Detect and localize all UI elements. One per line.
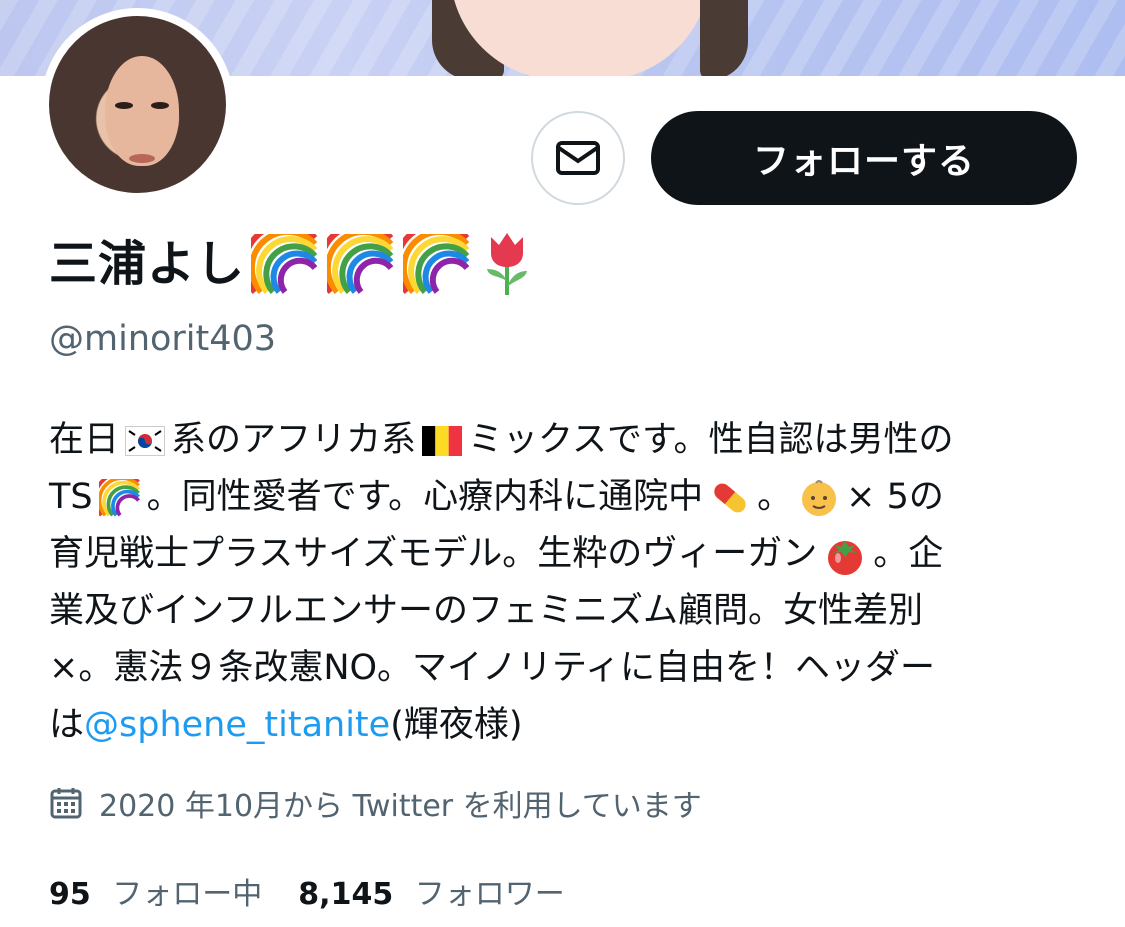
belgium-flag-icon bbox=[422, 425, 463, 456]
pill-emoji-icon bbox=[714, 483, 746, 512]
bio-text: は bbox=[49, 705, 85, 745]
rainbow-emoji-icon bbox=[403, 234, 470, 294]
join-date: 2020 年10月から Twitter を利用しています bbox=[49, 781, 702, 825]
following-count: 95 bbox=[49, 877, 91, 912]
bio-line: ×。憲法９条改憲NO。マイノリティに自由を！ヘッダー bbox=[49, 640, 1089, 697]
tomato-emoji-icon bbox=[828, 540, 863, 575]
avatar-eye-right bbox=[151, 102, 169, 109]
profile-bio: 在日 系のアフリカ系 ミックスです。性自認は男性の TS 。同性愛者です。心療内… bbox=[49, 412, 1089, 754]
korea-flag-icon bbox=[125, 425, 166, 456]
name-emojis bbox=[251, 231, 543, 297]
bio-text: 系のアフリカ系 bbox=[171, 420, 417, 460]
join-date-text: 2020 年10月から Twitter を利用しています bbox=[99, 789, 702, 824]
calendar-icon bbox=[50, 788, 82, 819]
bio-text: ×。憲法９条改憲NO。マイノリティに自由を！ヘッダー bbox=[49, 648, 935, 688]
bio-text: 在日 bbox=[49, 420, 120, 460]
bio-text: 。同性愛者です。心療内科に通院中 bbox=[146, 477, 704, 517]
follow-stats: 95 フォロー中 8,145 フォロワー bbox=[49, 866, 565, 916]
rainbow-emoji-icon bbox=[327, 234, 394, 294]
followers-count: 8,145 bbox=[298, 877, 394, 912]
bio-text: 。 bbox=[757, 477, 793, 517]
rainbow-emoji-icon bbox=[98, 478, 140, 517]
bio-text: ミックスです。性自認は男性の bbox=[468, 420, 954, 460]
bio-text: 業及びインフルエンサーのフェミニズム顧問。女性差別 bbox=[49, 591, 923, 631]
avatar[interactable] bbox=[49, 16, 226, 193]
bio-line: 業及びインフルエンサーのフェミニズム顧問。女性差別 bbox=[49, 583, 1089, 640]
following-label: フォロー中 bbox=[112, 877, 263, 912]
followers-label: フォロワー bbox=[414, 877, 565, 912]
mail-icon bbox=[556, 141, 600, 175]
bio-line: 育児戦士プラスサイズモデル。生粋のヴィーガン 。企 bbox=[49, 526, 1089, 583]
user-handle: @minorit403 bbox=[49, 319, 277, 359]
bio-line: 在日 系のアフリカ系 ミックスです。性自認は男性の bbox=[49, 412, 1089, 469]
bio-text: × 5の bbox=[846, 477, 944, 517]
bio-text: 。企 bbox=[873, 534, 944, 574]
bio-line: は @sphene_titanite (輝夜様) bbox=[49, 697, 1089, 754]
bio-text: TS bbox=[49, 477, 93, 517]
display-name-row: 三浦よし bbox=[49, 228, 543, 300]
tulip-emoji-icon bbox=[487, 233, 528, 295]
display-name: 三浦よし bbox=[49, 236, 246, 292]
bio-text: 育児戦士プラスサイズモデル。生粋のヴィーガン bbox=[49, 534, 818, 574]
mention-link[interactable]: @sphene_titanite bbox=[84, 697, 390, 754]
message-button[interactable] bbox=[531, 111, 625, 205]
avatar-face bbox=[105, 56, 179, 166]
baby-emoji-icon bbox=[802, 479, 837, 516]
avatar-lips bbox=[129, 154, 155, 163]
bio-line: TS 。同性愛者です。心療内科に通院中 。 × 5の bbox=[49, 469, 1089, 526]
rainbow-emoji-icon bbox=[251, 234, 318, 294]
avatar-eye-left bbox=[115, 102, 133, 109]
following-link[interactable]: 95 フォロー中 bbox=[49, 869, 262, 913]
followers-link[interactable]: 8,145 フォロワー bbox=[298, 869, 564, 913]
bio-text: (輝夜様) bbox=[390, 705, 523, 745]
follow-button[interactable]: フォローする bbox=[651, 111, 1077, 205]
